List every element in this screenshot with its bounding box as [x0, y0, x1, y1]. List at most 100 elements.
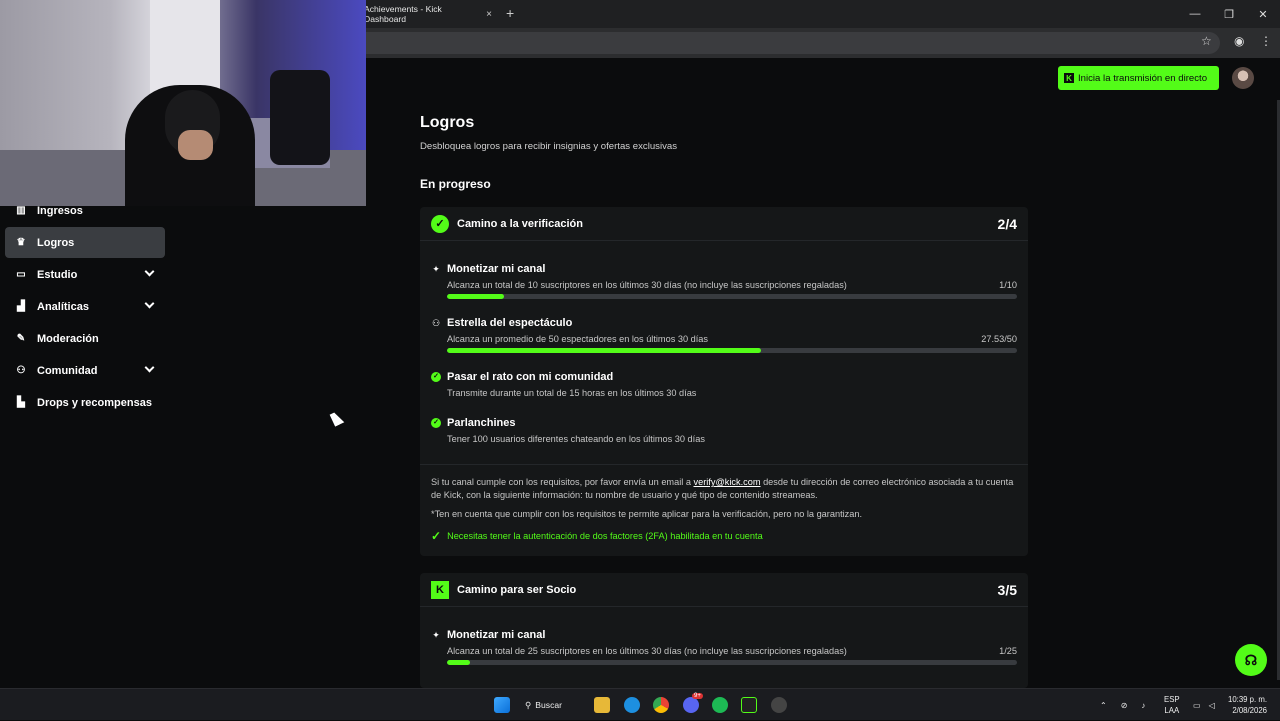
- card-title: Camino a la verificación: [457, 217, 583, 230]
- omnibox[interactable]: [350, 32, 1220, 54]
- page-title: Logros: [420, 114, 475, 131]
- bookmark-star-icon[interactable]: ☆: [1201, 34, 1212, 48]
- verify-email-link[interactable]: verify@kick.com: [694, 477, 761, 487]
- lang-bottom: LAA: [1164, 706, 1180, 715]
- sidebar-item-label: Ingresos: [37, 204, 83, 217]
- achievement-desc: Alcanza un total de 10 suscriptores en l…: [447, 280, 847, 290]
- kick-logo-icon: K: [1064, 73, 1074, 83]
- browser-tab[interactable]: Achievements - Kick Dashboard ×: [358, 2, 498, 26]
- discord-icon[interactable]: [683, 697, 699, 713]
- chevron-down-icon[interactable]: [144, 362, 155, 373]
- system-tray: ⌃ ⊘ ♪: [1100, 689, 1145, 721]
- taskbar-search-label: Buscar: [535, 700, 563, 710]
- close-window-button[interactable]: ✕: [1246, 0, 1280, 28]
- achievement-desc: Alcanza un promedio de 50 espectadores e…: [447, 334, 708, 344]
- clock-date: 2/08/2026: [1232, 706, 1268, 715]
- progress-bar: [447, 348, 1017, 353]
- sidebar-item-comunidad[interactable]: ⚇ Comunidad: [5, 355, 165, 386]
- spotify-icon[interactable]: [712, 697, 728, 713]
- minimize-button[interactable]: —: [1178, 0, 1212, 28]
- profile-icon[interactable]: ◉: [1234, 34, 1244, 48]
- lang-top: ESP: [1164, 695, 1180, 704]
- analytics-icon: ▟: [17, 301, 25, 312]
- mouse-cursor-icon: [329, 410, 345, 427]
- display-icon[interactable]: ▭: [1193, 701, 1201, 710]
- card-header: ✓ Camino a la verificación 2/4: [420, 207, 1028, 241]
- trophy-icon: ♛: [16, 237, 26, 248]
- twofa-requirement: ✓ Necesitas tener la autenticación de do…: [431, 529, 763, 543]
- windows-start-icon[interactable]: [494, 697, 510, 713]
- maximize-button[interactable]: ❐: [1212, 0, 1246, 28]
- sidebar-item-estudio[interactable]: ▭ Estudio: [5, 259, 165, 290]
- search-icon: ⚲: [525, 699, 532, 710]
- sidebar-item-label: Analíticas: [37, 300, 89, 313]
- achievement-name: Pasar el rato con mi comunidad: [447, 371, 614, 383]
- network-off-icon[interactable]: ⊘: [1121, 701, 1128, 710]
- microphone-icon[interactable]: ♪: [1141, 701, 1145, 710]
- webcam-overlay: [0, 0, 366, 206]
- drops-icon: ▙: [17, 397, 25, 408]
- go-live-button[interactable]: K Inicia la transmisión en directo: [1058, 66, 1219, 90]
- sidebar-item-label: Comunidad: [37, 364, 98, 377]
- card-title: Camino para ser Socio: [457, 583, 577, 596]
- chevron-down-icon[interactable]: [144, 298, 155, 309]
- edge-icon[interactable]: [624, 697, 640, 713]
- progress-bar: [447, 660, 1017, 665]
- sidebar-item-label: Drops y recompensas: [37, 396, 152, 409]
- note-text: Si tu canal cumple con los requisitos, p…: [431, 477, 694, 487]
- system-tray-right: ▭ ◁: [1193, 689, 1215, 721]
- avatar[interactable]: [1232, 67, 1254, 89]
- tab-close-icon[interactable]: ×: [486, 9, 492, 20]
- community-icon: ⚇: [16, 365, 26, 376]
- page-subtitle: Desbloquea logros para recibir insignias…: [420, 141, 678, 152]
- sidebar-item-analiticas[interactable]: ▟ Analíticas: [5, 291, 165, 322]
- taskbar-search[interactable]: ⚲ Buscar: [525, 694, 585, 716]
- tab-title: Achievements - Kick Dashboard: [364, 4, 442, 24]
- achievement-progress: 1/10: [999, 280, 1017, 290]
- progress-bar: [447, 294, 1017, 299]
- divider: [420, 464, 1028, 465]
- new-tab-button[interactable]: +: [506, 5, 514, 21]
- progress-fill: [447, 348, 761, 353]
- disclaimer: *Ten en cuenta que cumplir con los requi…: [431, 509, 863, 519]
- volume-icon[interactable]: ◁: [1209, 701, 1215, 710]
- taskbar-clock[interactable]: 10:39 p. m. 2/08/2026: [1228, 694, 1267, 716]
- clock-time: 10:39 p. m.: [1228, 695, 1268, 704]
- taskbar: ⚲ Buscar 9+ ⌃ ⊘ ♪ ESP LAA ▭ ◁ 10:39 p. m…: [0, 688, 1280, 720]
- support-chat-button[interactable]: ☊: [1235, 644, 1267, 676]
- studio-icon: ▭: [16, 269, 26, 280]
- achievement-card-partner: K Camino para ser Socio 3/5 ✦ Monetizar …: [420, 573, 1028, 688]
- kick-logo-icon: K: [431, 580, 449, 599]
- achievement-desc: Tener 100 usuarios diferentes chateando …: [447, 434, 705, 444]
- obs-icon[interactable]: [741, 697, 757, 713]
- achievement-card-verification: ✓ Camino a la verificación 2/4 ✦ Monetiz…: [420, 207, 1028, 556]
- chevron-down-icon[interactable]: [144, 266, 155, 277]
- app-icon[interactable]: [771, 697, 787, 713]
- webcam-face: [178, 130, 213, 160]
- file-explorer-icon[interactable]: [594, 697, 610, 713]
- verification-note: Si tu canal cumple con los requisitos, p…: [431, 476, 1021, 502]
- chart-icon: ▥: [16, 205, 26, 216]
- card-count: 3/5: [997, 581, 1017, 598]
- language-indicator[interactable]: ESP LAA: [1164, 694, 1180, 716]
- window-controls: — ❐ ✕: [1178, 0, 1280, 28]
- achievement-desc: Transmite durante un total de 15 horas e…: [447, 388, 697, 398]
- sidebar-item-logros[interactable]: ♛ Logros: [5, 227, 165, 258]
- check-circle-icon: ✓: [431, 372, 441, 382]
- achievement-name: Monetizar mi canal: [447, 263, 546, 275]
- tray-chevron-icon[interactable]: ⌃: [1100, 701, 1107, 710]
- sidebar-item-moderacion[interactable]: ✎ Moderación: [5, 323, 165, 354]
- notification-badge: 9+: [692, 693, 703, 699]
- chrome-icon[interactable]: [653, 697, 669, 713]
- sidebar-item-label: Logros: [37, 236, 75, 249]
- sidebar-item-label: Estudio: [37, 268, 78, 281]
- card-count: 2/4: [997, 215, 1017, 232]
- sidebar-item-drops[interactable]: ▙ Drops y recompensas: [5, 387, 165, 418]
- viewers-icon: ⚇: [431, 318, 441, 328]
- wrench-icon: ✎: [16, 333, 26, 344]
- achievement-name: Estrella del espectáculo: [447, 317, 573, 329]
- menu-dots-icon[interactable]: ⋮: [1260, 34, 1272, 48]
- card-header: K Camino para ser Socio 3/5: [420, 573, 1028, 607]
- section-heading: En progreso: [420, 177, 491, 191]
- progress-fill: [447, 660, 470, 665]
